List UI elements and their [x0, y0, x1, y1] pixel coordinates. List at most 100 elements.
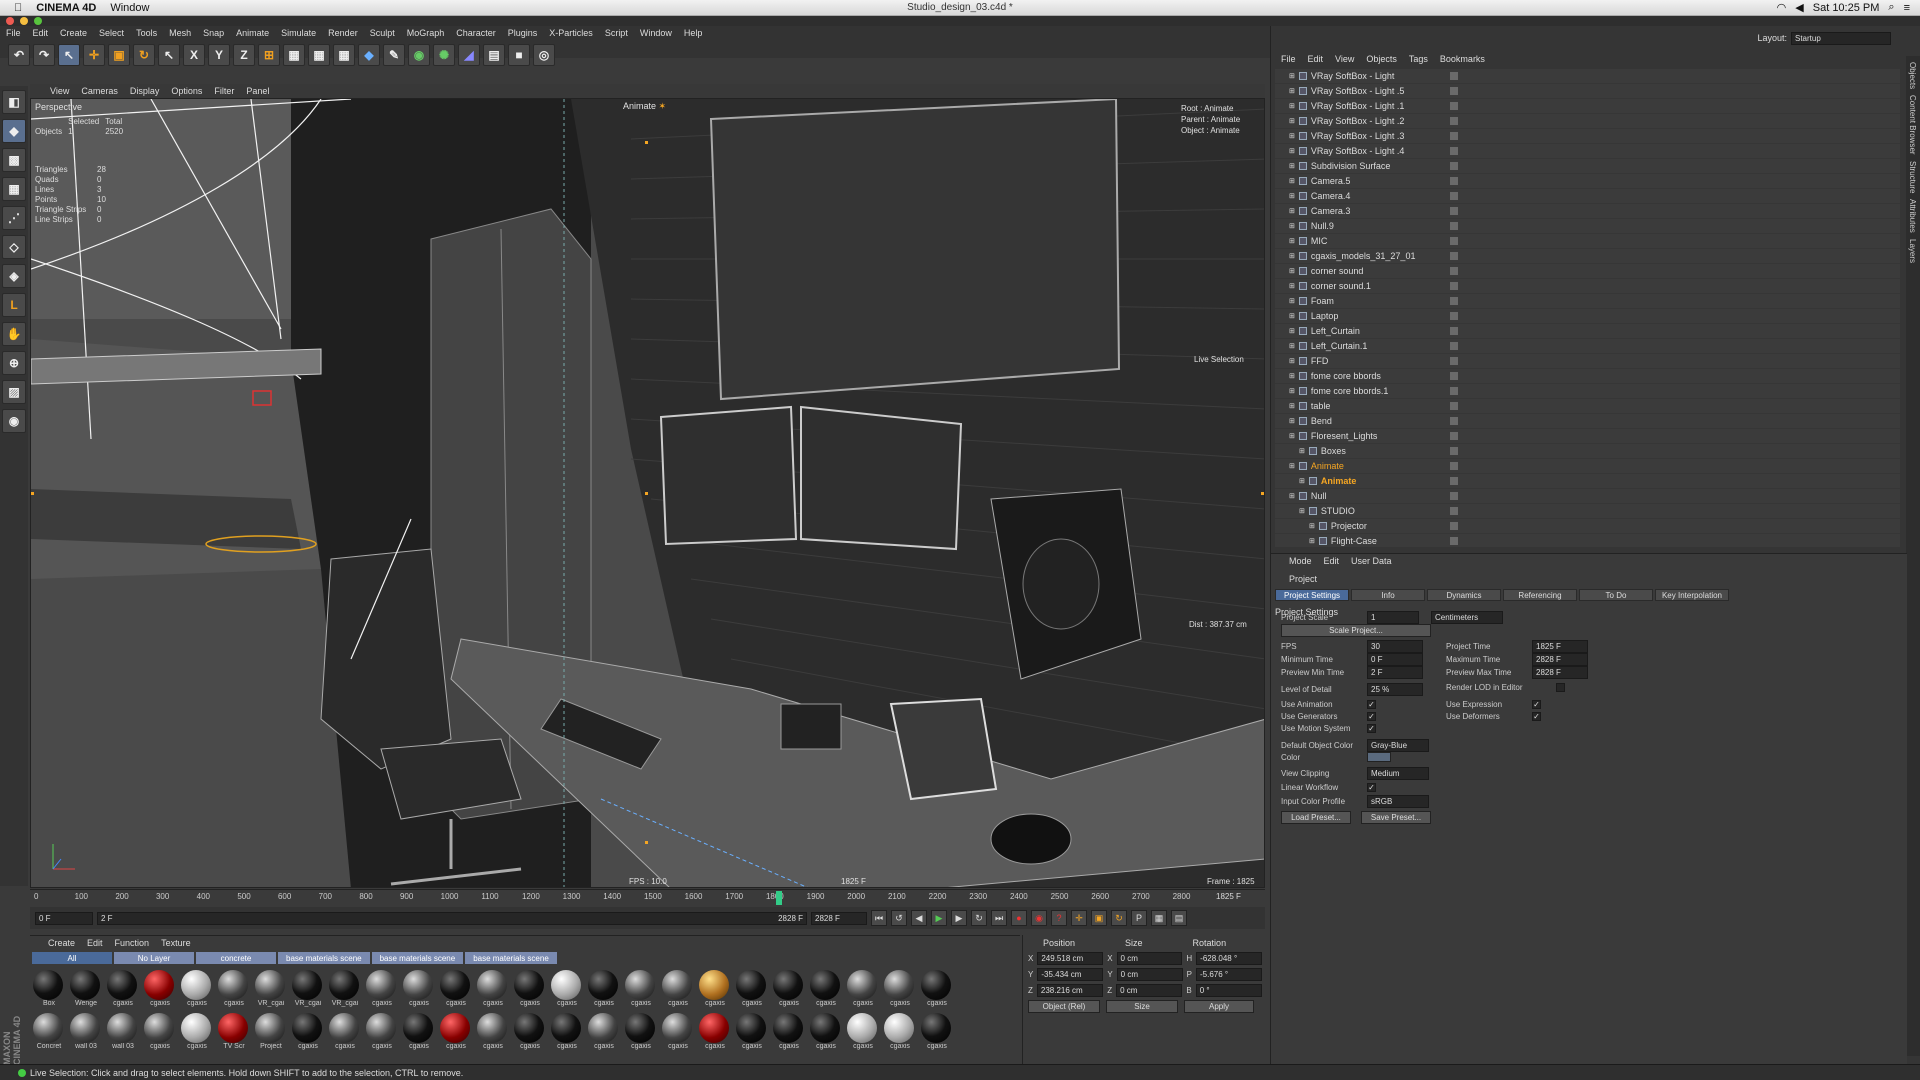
material-swatch[interactable]: VR_cgai [292, 970, 324, 1007]
material-preview-icon[interactable] [181, 1013, 211, 1043]
material-preview-icon[interactable] [255, 1013, 285, 1043]
object-name[interactable]: Floresent_Lights [1311, 431, 1378, 441]
coord-value-field[interactable]: -35.434 cm [1037, 968, 1104, 981]
material-swatch[interactable]: cgaxis [440, 970, 472, 1007]
material-swatch[interactable]: cgaxis [773, 970, 805, 1007]
timeline-icon[interactable]: ▤ [1171, 910, 1187, 926]
visibility-toggle-icon[interactable] [1450, 492, 1458, 500]
deformer-icon[interactable]: ◢ [458, 44, 480, 66]
expand-icon[interactable]: ⊞ [1289, 387, 1295, 395]
material-preview-icon[interactable] [588, 1013, 618, 1043]
key-rotation-icon[interactable]: ↻ [1111, 910, 1127, 926]
material-preview-icon[interactable] [329, 1013, 359, 1043]
use-deformers-checkbox[interactable]: ✓ [1532, 712, 1541, 721]
expand-icon[interactable]: ⊞ [1299, 447, 1305, 455]
material-swatch[interactable]: TV Scr [218, 1013, 250, 1050]
coord-value-field[interactable]: 0 cm [1116, 984, 1183, 997]
material-preview-icon[interactable] [33, 970, 63, 1000]
menu-edit[interactable]: Edit [33, 28, 49, 38]
material-preview-icon[interactable] [625, 1013, 655, 1043]
workplane-icon[interactable]: ▦ [2, 177, 26, 201]
attribute-menu-item[interactable]: Mode [1289, 556, 1312, 566]
material-swatch[interactable]: cgaxis [551, 1013, 583, 1050]
expand-icon[interactable]: ⊞ [1289, 147, 1295, 155]
material-preview-icon[interactable] [329, 970, 359, 1000]
visibility-toggle-icon[interactable] [1450, 162, 1458, 170]
save-preset-button[interactable]: Save Preset... [1361, 811, 1431, 824]
visibility-toggle-icon[interactable] [1450, 417, 1458, 425]
object-row[interactable]: ⊞ Camera.4 [1275, 189, 1900, 204]
material-preview-icon[interactable] [736, 970, 766, 1000]
material-swatch[interactable]: cgaxis [699, 970, 731, 1007]
object-name[interactable]: VRay SoftBox - Light .2 [1311, 116, 1405, 126]
attribute-tab[interactable]: Referencing [1503, 589, 1577, 601]
axis-mode-icon[interactable]: L [2, 293, 26, 317]
object-row[interactable]: ⊞ Null [1275, 489, 1900, 504]
material-menu-function[interactable]: Function [115, 938, 150, 948]
recent-tool-icon[interactable]: ↖ [158, 44, 180, 66]
array-icon[interactable]: ✺ [433, 44, 455, 66]
key-scale-icon[interactable]: ▣ [1091, 910, 1107, 926]
coord-value-field[interactable]: 238.216 cm [1036, 984, 1104, 997]
expand-icon[interactable]: ⊞ [1309, 522, 1315, 530]
viewport-menu-display[interactable]: Display [130, 86, 160, 96]
project-scale-field[interactable]: 1 [1367, 611, 1419, 624]
zoom-icon[interactable] [34, 17, 42, 25]
expand-icon[interactable]: ⊞ [1289, 432, 1295, 440]
fps-field[interactable]: 30 [1367, 640, 1423, 653]
texture-mode-icon[interactable]: ▩ [2, 148, 26, 172]
visibility-toggle-icon[interactable] [1450, 147, 1458, 155]
material-preview-icon[interactable] [181, 970, 211, 1000]
material-swatch[interactable]: cgaxis [588, 1013, 620, 1050]
wifi-icon[interactable]: ◠ [1777, 1, 1787, 14]
object-name[interactable]: VRay SoftBox - Light [1311, 71, 1395, 81]
object-name[interactable]: Subdivision Surface [1311, 161, 1391, 171]
project-time-field[interactable]: 1825 F [1532, 640, 1588, 653]
minimize-icon[interactable] [20, 17, 28, 25]
object-row[interactable]: ⊞ Camera.3 [1275, 204, 1900, 219]
coord-value-field[interactable]: 249.518 cm [1037, 952, 1104, 965]
viewport-menu-filter[interactable]: Filter [214, 86, 234, 96]
clock[interactable]: Sat 10:25 PM [1813, 2, 1880, 14]
expand-icon[interactable]: ⊞ [1289, 417, 1295, 425]
attribute-tab[interactable]: Key Interpolation [1655, 589, 1729, 601]
material-swatch[interactable]: Concret [33, 1013, 65, 1050]
menu-script[interactable]: Script [605, 28, 628, 38]
render-lod-checkbox[interactable] [1556, 683, 1565, 692]
material-preview-icon[interactable] [662, 1013, 692, 1043]
attribute-tab[interactable]: Project Settings [1275, 589, 1349, 601]
material-preview-icon[interactable] [810, 970, 840, 1000]
visibility-toggle-icon[interactable] [1450, 462, 1458, 470]
object-name[interactable]: Laptop [1311, 311, 1339, 321]
material-preview-icon[interactable] [477, 1013, 507, 1043]
coord-value-field[interactable]: -628.048 ° [1196, 952, 1262, 965]
visibility-toggle-icon[interactable] [1450, 537, 1458, 545]
object-row[interactable]: ⊞ Animate [1275, 474, 1900, 489]
expand-icon[interactable]: ⊞ [1289, 327, 1295, 335]
object-row[interactable]: ⊞ cgaxis_models_31_27_01 [1275, 249, 1900, 264]
visibility-toggle-icon[interactable] [1450, 432, 1458, 440]
expand-icon[interactable]: ⊞ [1289, 237, 1295, 245]
expand-icon[interactable]: ⊞ [1309, 537, 1315, 545]
object-row[interactable]: ⊞ fome core bbords.1 [1275, 384, 1900, 399]
coordinate-system-icon[interactable]: ⊞ [258, 44, 280, 66]
material-preview-icon[interactable] [366, 1013, 396, 1043]
camera-name[interactable]: Perspective [35, 102, 82, 112]
max-time-field[interactable]: 2828 F [1532, 653, 1588, 666]
visibility-toggle-icon[interactable] [1450, 282, 1458, 290]
attribute-tab[interactable]: To Do [1579, 589, 1653, 601]
menu-animate[interactable]: Animate [236, 28, 269, 38]
material-preview-icon[interactable] [255, 970, 285, 1000]
material-preview-icon[interactable] [218, 1013, 248, 1043]
use-generators-checkbox[interactable]: ✓ [1367, 712, 1376, 721]
menu-mograph[interactable]: MoGraph [407, 28, 445, 38]
object-row[interactable]: ⊞ Bend [1275, 414, 1900, 429]
expand-icon[interactable]: ⊞ [1289, 222, 1295, 230]
menu-mesh[interactable]: Mesh [169, 28, 191, 38]
material-preview-icon[interactable] [70, 1013, 100, 1043]
lock-workplane-icon[interactable]: ▨ [2, 380, 26, 404]
object-row[interactable]: ⊞ Subdivision Surface [1275, 159, 1900, 174]
next-frame-icon[interactable]: ▶ [951, 910, 967, 926]
material-swatch[interactable]: cgaxis [440, 1013, 472, 1050]
menu-help[interactable]: Help [684, 28, 703, 38]
